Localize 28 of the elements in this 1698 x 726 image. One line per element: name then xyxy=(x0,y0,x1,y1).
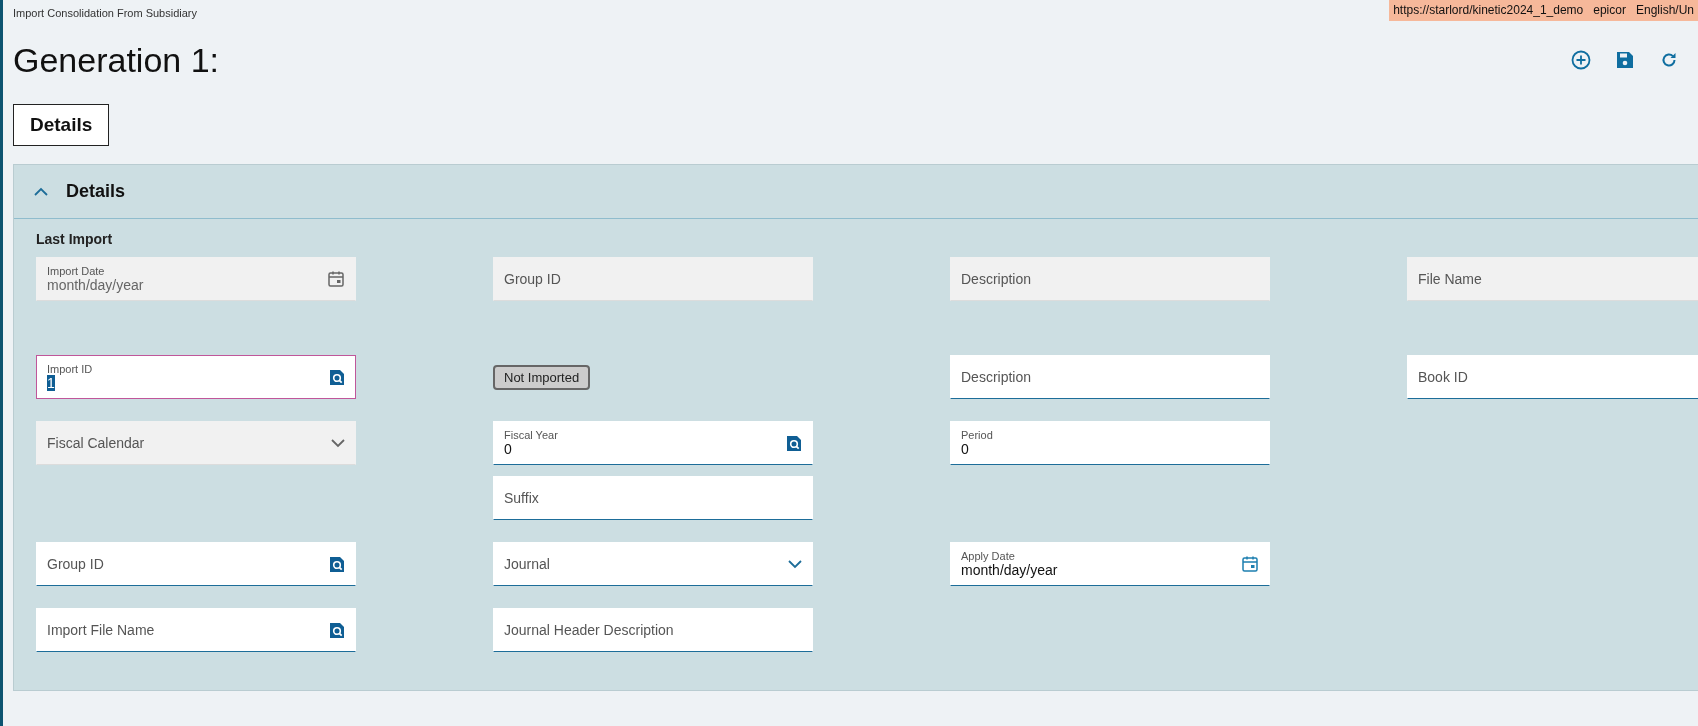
lookup-icon[interactable] xyxy=(786,434,802,452)
lookup-icon[interactable] xyxy=(329,555,345,573)
input-field[interactable]: Period 0 xyxy=(950,421,1270,465)
lookup-icon[interactable] xyxy=(329,621,345,639)
input-field[interactable]: Import ID 1 xyxy=(36,355,356,399)
save-icon[interactable] xyxy=(1616,51,1634,69)
add-circle-icon[interactable] xyxy=(1571,50,1591,70)
page-heading: Generation 1: xyxy=(13,40,220,80)
input-field[interactable]: Description xyxy=(950,355,1270,399)
status-badge: Not Imported xyxy=(493,364,591,390)
panel-header[interactable]: Details xyxy=(14,165,1698,219)
input-field[interactable]: Journal Header Description xyxy=(493,608,813,652)
dropdown-field[interactable]: Journal xyxy=(493,542,813,586)
refresh-icon[interactable] xyxy=(1660,51,1678,69)
chevron-down-icon[interactable] xyxy=(788,559,802,569)
calendar-icon[interactable] xyxy=(1241,555,1259,573)
tab[interactable]: Details xyxy=(13,104,110,146)
lookup-icon[interactable] xyxy=(329,368,345,386)
section-title: Last Import xyxy=(36,231,114,247)
date-field[interactable]: Apply Date month/day/year xyxy=(950,542,1270,586)
chevron-up-icon xyxy=(34,187,48,196)
input-field[interactable]: Group ID xyxy=(36,542,356,586)
input-field[interactable]: Fiscal Year 0 xyxy=(493,421,813,465)
input-field[interactable]: Suffix xyxy=(493,476,813,520)
window-title: Import Consolidation From Subsidiary xyxy=(13,6,198,19)
environment-label: https://starlord/kinetic2024_1_demo epicor English/Un xyxy=(1389,0,1698,21)
input-field[interactable]: Book ID xyxy=(1407,355,1698,399)
input-field[interactable]: Import File Name xyxy=(36,608,356,652)
